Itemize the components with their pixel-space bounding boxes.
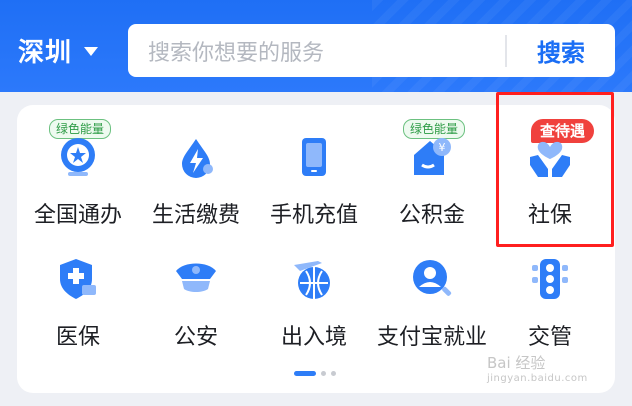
highlight-box (496, 92, 614, 247)
service-utilities[interactable]: 生活缴费 (137, 105, 255, 228)
shield-card-icon (60, 259, 96, 299)
globe-airplane-icon (294, 261, 330, 299)
service-label: 手机充值 (269, 203, 358, 228)
service-label: 交管 (527, 325, 572, 350)
service-exit-entry[interactable]: 出入境 (255, 227, 373, 350)
service-alipay-jobs[interactable]: 支付宝就业 (373, 227, 491, 350)
service-label: 公安 (173, 325, 218, 350)
police-cap-icon (176, 263, 216, 292)
city-name: 深圳 (18, 37, 73, 68)
page-dot (331, 371, 336, 376)
service-phone-topup[interactable]: 手机充值 (255, 105, 373, 228)
service-label: 公积金 (398, 203, 465, 228)
watermark-sub: jingyan.baidu.com (487, 373, 588, 384)
search-input[interactable]: 搜索你想要的服务 (148, 35, 505, 67)
traffic-light-icon (532, 259, 568, 299)
service-medical-insurance[interactable]: 医保 (19, 227, 137, 350)
mobile-phone-icon (302, 138, 326, 176)
city-selector[interactable]: 深圳 (18, 32, 99, 68)
chevron-down-icon (84, 47, 99, 56)
service-label: 支付宝就业 (376, 325, 487, 350)
service-national[interactable]: 绿色能量 全国通办 (19, 105, 137, 228)
service-label: 生活缴费 (151, 203, 240, 228)
page-indicator (294, 371, 336, 376)
top-header: 深圳 搜索你想要的服务 搜索 (0, 0, 632, 92)
service-housing-fund[interactable]: 绿色能量 ¥ 公积金 (373, 105, 491, 228)
page-dot-active (294, 371, 316, 376)
service-label: 出入境 (280, 325, 347, 350)
search-button[interactable]: 搜索 (507, 33, 615, 68)
service-label: 全国通办 (33, 203, 122, 228)
service-police[interactable]: 公安 (137, 227, 255, 350)
watermark-text: Bai 经验 (487, 354, 546, 372)
watermark: Bai 经验 jingyan.baidu.com (487, 352, 588, 384)
search-bar[interactable]: 搜索你想要的服务 搜索 (128, 24, 615, 77)
water-drop-lightning-icon (182, 139, 213, 178)
person-search-icon (413, 260, 452, 296)
page-dot (321, 371, 326, 376)
house-yuan-icon: ¥ (414, 138, 451, 175)
svg-text:¥: ¥ (439, 141, 446, 154)
national-emblem-icon (61, 138, 95, 176)
service-label: 医保 (55, 325, 100, 350)
